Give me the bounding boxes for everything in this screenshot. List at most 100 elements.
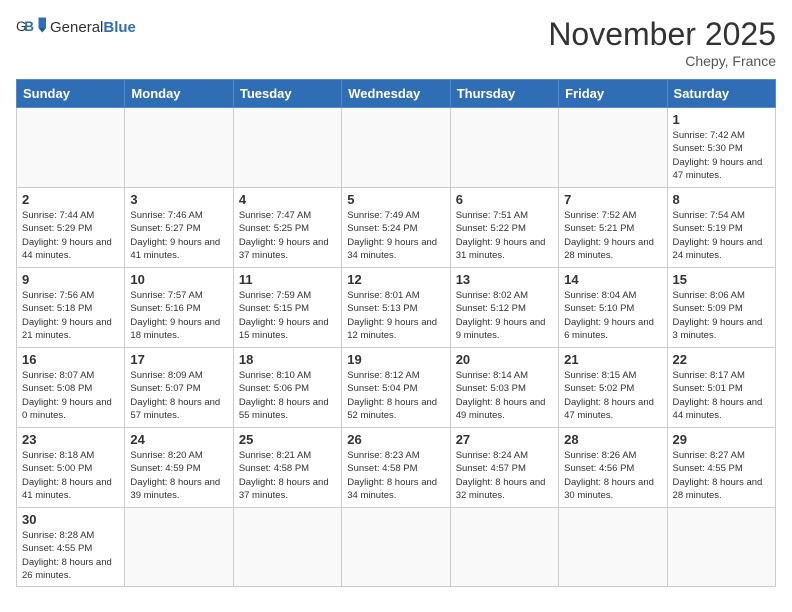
- day-number: 12: [347, 272, 444, 287]
- day-number: 6: [456, 192, 553, 207]
- calendar-cell: 21Sunrise: 8:15 AM Sunset: 5:02 PM Dayli…: [559, 348, 667, 428]
- calendar-cell: 19 Sunrise: 8:12 AM Sunset: 5:04 PM Dayli…: [342, 348, 450, 428]
- day-number: 15: [673, 272, 770, 287]
- calendar-week-row: 9 Sunrise: 7:56 AM Sunset: 5:18 PM Daylig…: [17, 268, 776, 348]
- calendar-cell: 25Sunrise: 8:21 AM Sunset: 4:58 PM Dayli…: [233, 428, 341, 508]
- calendar-cell: 26 Sunrise: 8:23 AM Sunset: 4:58 PM Dayli…: [342, 428, 450, 508]
- day-info: Sunrise: 8:18 AM Sunset: 5:00 PM Dayligh…: [22, 449, 119, 502]
- calendar-cell: 2 Sunrise: 7:44 AM Sunset: 5:29 PM Daylig…: [17, 188, 125, 268]
- day-number: 2: [22, 192, 119, 207]
- calendar-cell: [125, 508, 233, 587]
- day-info: Sunrise: 8:17 AM Sunset: 5:01 PM Dayligh…: [673, 369, 770, 422]
- calendar-cell: [667, 508, 775, 587]
- day-number: 8: [673, 192, 770, 207]
- day-number: 18: [239, 352, 336, 367]
- calendar-cell: [233, 508, 341, 587]
- day-number: 9: [22, 272, 119, 287]
- day-number: 14: [564, 272, 661, 287]
- day-number: 11: [239, 272, 336, 287]
- day-info: Sunrise: 7:57 AM Sunset: 5:16 PM Dayligh…: [130, 289, 227, 342]
- svg-text:B: B: [24, 19, 34, 34]
- calendar-cell: 3Sunrise: 7:46 AM Sunset: 5:27 PM Daylig…: [125, 188, 233, 268]
- calendar-cell: [559, 508, 667, 587]
- calendar-cell: [450, 508, 558, 587]
- day-info: Sunrise: 7:54 AM Sunset: 5:19 PM Dayligh…: [673, 209, 770, 262]
- calendar-cell: 24 Sunrise: 8:20 AM Sunset: 4:59 PM Dayli…: [125, 428, 233, 508]
- calendar-cell: [233, 108, 341, 188]
- day-number: 27: [456, 432, 553, 447]
- calendar-cell: [125, 108, 233, 188]
- day-info: Sunrise: 8:24 AM Sunset: 4:57 PM Dayligh…: [456, 449, 553, 502]
- logo-icon: G B: [16, 16, 46, 40]
- page-header: G B GeneralBlue November 2025 Chepy, Fra…: [16, 16, 776, 69]
- day-number: 25: [239, 432, 336, 447]
- day-number: 23: [22, 432, 119, 447]
- day-header-tuesday: Tuesday: [233, 80, 341, 108]
- day-info: Sunrise: 8:27 AM Sunset: 4:55 PM Dayligh…: [673, 449, 770, 502]
- day-info: Sunrise: 8:07 AM Sunset: 5:08 PM Dayligh…: [22, 369, 119, 422]
- day-header-monday: Monday: [125, 80, 233, 108]
- day-number: 24: [130, 432, 227, 447]
- month-title: November 2025: [548, 16, 776, 53]
- day-info: Sunrise: 7:56 AM Sunset: 5:18 PM Dayligh…: [22, 289, 119, 342]
- calendar-header-row: SundayMondayTuesdayWednesdayThursdayFrid…: [17, 80, 776, 108]
- day-header-sunday: Sunday: [17, 80, 125, 108]
- day-number: 28: [564, 432, 661, 447]
- title-block: November 2025 Chepy, France: [548, 16, 776, 69]
- calendar-cell: 13Sunrise: 8:02 AM Sunset: 5:12 PM Dayli…: [450, 268, 558, 348]
- calendar-cell: 28 Sunrise: 8:26 AM Sunset: 4:56 PM Dayli…: [559, 428, 667, 508]
- calendar-cell: 14 Sunrise: 8:04 AM Sunset: 5:10 PM Dayli…: [559, 268, 667, 348]
- calendar-week-row: 2 Sunrise: 7:44 AM Sunset: 5:29 PM Daylig…: [17, 188, 776, 268]
- calendar-cell: 16 Sunrise: 8:07 AM Sunset: 5:08 PM Dayli…: [17, 348, 125, 428]
- day-header-friday: Friday: [559, 80, 667, 108]
- calendar-cell: 7Sunrise: 7:52 AM Sunset: 5:21 PM Daylig…: [559, 188, 667, 268]
- calendar-cell: 27 Sunrise: 8:24 AM Sunset: 4:57 PM Dayli…: [450, 428, 558, 508]
- day-info: Sunrise: 8:10 AM Sunset: 5:06 PM Dayligh…: [239, 369, 336, 422]
- calendar-table: SundayMondayTuesdayWednesdayThursdayFrid…: [16, 79, 776, 587]
- calendar-cell: [559, 108, 667, 188]
- day-info: Sunrise: 8:04 AM Sunset: 5:10 PM Dayligh…: [564, 289, 661, 342]
- day-info: Sunrise: 8:15 AM Sunset: 5:02 PM Dayligh…: [564, 369, 661, 422]
- logo-text: GeneralBlue: [50, 20, 136, 37]
- day-info: Sunrise: 8:14 AM Sunset: 5:03 PM Dayligh…: [456, 369, 553, 422]
- day-number: 29: [673, 432, 770, 447]
- calendar-cell: 17Sunrise: 8:09 AM Sunset: 5:07 PM Dayli…: [125, 348, 233, 428]
- day-info: Sunrise: 8:12 AM Sunset: 5:04 PM Dayligh…: [347, 369, 444, 422]
- day-info: Sunrise: 8:26 AM Sunset: 4:56 PM Dayligh…: [564, 449, 661, 502]
- day-info: Sunrise: 7:59 AM Sunset: 5:15 PM Dayligh…: [239, 289, 336, 342]
- calendar-cell: 18 Sunrise: 8:10 AM Sunset: 5:06 PM Dayli…: [233, 348, 341, 428]
- calendar-cell: 30 Sunrise: 8:28 AM Sunset: 4:55 PM Dayli…: [17, 508, 125, 587]
- calendar-cell: 22Sunrise: 8:17 AM Sunset: 5:01 PM Dayli…: [667, 348, 775, 428]
- calendar-cell: 29 Sunrise: 8:27 AM Sunset: 4:55 PM Dayli…: [667, 428, 775, 508]
- day-number: 19: [347, 352, 444, 367]
- calendar-cell: 1Sunrise: 7:42 AM Sunset: 5:30 PM Daylig…: [667, 108, 775, 188]
- day-number: 26: [347, 432, 444, 447]
- calendar-week-row: 23 Sunrise: 8:18 AM Sunset: 5:00 PM Dayli…: [17, 428, 776, 508]
- day-info: Sunrise: 8:20 AM Sunset: 4:59 PM Dayligh…: [130, 449, 227, 502]
- calendar-cell: [450, 108, 558, 188]
- day-number: 20: [456, 352, 553, 367]
- calendar-cell: 20 Sunrise: 8:14 AM Sunset: 5:03 PM Dayli…: [450, 348, 558, 428]
- calendar-cell: [342, 508, 450, 587]
- day-info: Sunrise: 7:51 AM Sunset: 5:22 PM Dayligh…: [456, 209, 553, 262]
- day-info: Sunrise: 8:28 AM Sunset: 4:55 PM Dayligh…: [22, 529, 119, 582]
- calendar-cell: 9 Sunrise: 7:56 AM Sunset: 5:18 PM Daylig…: [17, 268, 125, 348]
- day-info: Sunrise: 7:49 AM Sunset: 5:24 PM Dayligh…: [347, 209, 444, 262]
- day-info: Sunrise: 8:09 AM Sunset: 5:07 PM Dayligh…: [130, 369, 227, 422]
- day-info: Sunrise: 8:02 AM Sunset: 5:12 PM Dayligh…: [456, 289, 553, 342]
- calendar-cell: 8 Sunrise: 7:54 AM Sunset: 5:19 PM Daylig…: [667, 188, 775, 268]
- day-number: 5: [347, 192, 444, 207]
- day-number: 3: [130, 192, 227, 207]
- day-info: Sunrise: 8:23 AM Sunset: 4:58 PM Dayligh…: [347, 449, 444, 502]
- calendar-week-row: 1Sunrise: 7:42 AM Sunset: 5:30 PM Daylig…: [17, 108, 776, 188]
- calendar-week-row: 16 Sunrise: 8:07 AM Sunset: 5:08 PM Dayli…: [17, 348, 776, 428]
- day-number: 16: [22, 352, 119, 367]
- day-number: 1: [673, 112, 770, 127]
- day-number: 30: [22, 512, 119, 527]
- day-info: Sunrise: 8:01 AM Sunset: 5:13 PM Dayligh…: [347, 289, 444, 342]
- calendar-week-row: 30 Sunrise: 8:28 AM Sunset: 4:55 PM Dayli…: [17, 508, 776, 587]
- calendar-cell: 15Sunrise: 8:06 AM Sunset: 5:09 PM Dayli…: [667, 268, 775, 348]
- day-info: Sunrise: 7:52 AM Sunset: 5:21 PM Dayligh…: [564, 209, 661, 262]
- day-info: Sunrise: 7:47 AM Sunset: 5:25 PM Dayligh…: [239, 209, 336, 262]
- day-info: Sunrise: 7:44 AM Sunset: 5:29 PM Dayligh…: [22, 209, 119, 262]
